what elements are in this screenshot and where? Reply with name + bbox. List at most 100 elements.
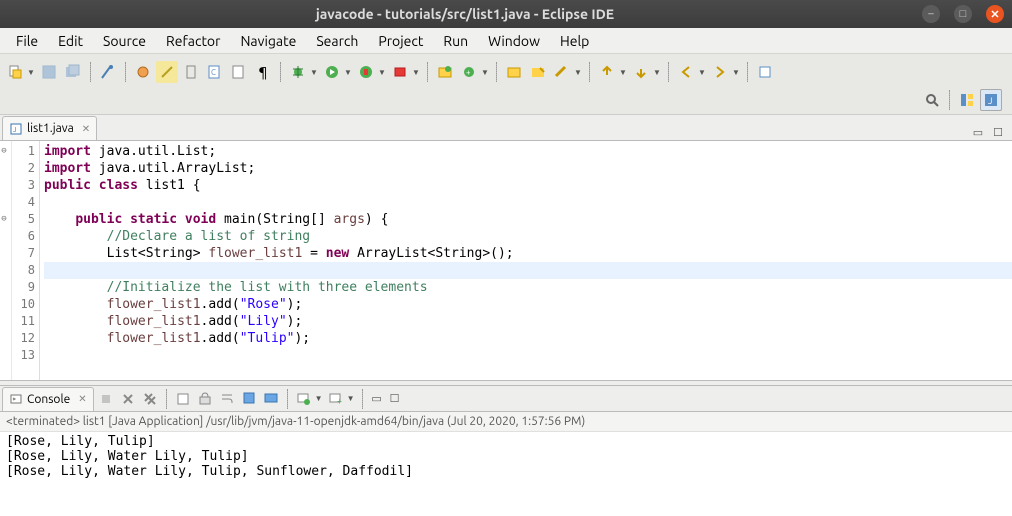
console-view: Console ✕ ▼ + ▼ ▭ ☐ <terminated> list1 [J… xyxy=(0,386,1012,516)
prev-annotation-dropdown[interactable]: ▼ xyxy=(618,61,628,83)
menu-navigate[interactable]: Navigate xyxy=(230,30,306,52)
toolbar-separator xyxy=(589,62,590,82)
new-java-package-dropdown[interactable]: ▼ xyxy=(480,61,490,83)
new-java-project-button[interactable] xyxy=(434,61,456,83)
java-perspective-button[interactable]: J xyxy=(980,89,1002,111)
menu-refactor[interactable]: Refactor xyxy=(156,30,230,52)
svg-text:J: J xyxy=(13,126,16,134)
show-whitespace-button[interactable]: ¶ xyxy=(252,61,274,83)
back-button[interactable] xyxy=(675,61,697,83)
new-console-dropdown[interactable]: ▼ xyxy=(346,388,356,410)
new-dropdown[interactable]: ▼ xyxy=(26,61,36,83)
new-console-button[interactable]: + xyxy=(326,389,346,409)
open-console-dropdown[interactable]: ▼ xyxy=(314,388,324,410)
svg-text:C: C xyxy=(211,68,216,77)
svg-text:+: + xyxy=(337,396,342,406)
pin-console-button[interactable] xyxy=(239,389,259,409)
window-title: javacode - tutorials/src/list1.java - Ec… xyxy=(8,6,922,22)
maximize-view-icon[interactable]: ☐ xyxy=(990,124,1006,140)
toolbar-separator xyxy=(427,62,428,82)
search-button[interactable] xyxy=(551,61,573,83)
toggle-button[interactable] xyxy=(180,61,202,83)
console-output[interactable]: [Rose, Lily, Tulip] [Rose, Lily, Water L… xyxy=(0,432,1012,516)
search-dropdown[interactable]: ▼ xyxy=(573,61,583,83)
java-file-icon: J xyxy=(9,122,23,136)
menu-run[interactable]: Run xyxy=(433,30,478,52)
toolbar-separator xyxy=(949,90,950,110)
run-last-dropdown[interactable]: ▼ xyxy=(411,61,421,83)
maximize-console-icon[interactable]: ☐ xyxy=(387,391,403,407)
editor-tabstrip: J list1.java ✕ ▭ ☐ xyxy=(0,115,1012,141)
toolbar-separator xyxy=(668,62,669,82)
skip-breakpoints-button[interactable] xyxy=(156,61,178,83)
close-tab-icon[interactable]: ✕ xyxy=(82,123,90,135)
coverage-dropdown[interactable]: ▼ xyxy=(377,61,387,83)
menu-project[interactable]: Project xyxy=(368,30,433,52)
run-last-button[interactable] xyxy=(389,61,411,83)
next-annotation-button[interactable] xyxy=(630,61,652,83)
minimize-button[interactable]: – xyxy=(922,5,940,23)
open-type-button[interactable] xyxy=(503,61,525,83)
menu-edit[interactable]: Edit xyxy=(48,30,93,52)
editor-tab-label: list1.java xyxy=(27,122,74,135)
console-icon xyxy=(9,392,23,406)
console-status: <terminated> list1 [Java Application] /u… xyxy=(0,412,1012,432)
debug-dropdown[interactable]: ▼ xyxy=(309,61,319,83)
link-editor-button[interactable] xyxy=(97,61,119,83)
prev-annotation-button[interactable] xyxy=(596,61,618,83)
terminate-button[interactable] xyxy=(96,389,116,409)
console-tab[interactable]: Console ✕ xyxy=(2,387,94,411)
back-dropdown[interactable]: ▼ xyxy=(697,61,707,83)
menu-help[interactable]: Help xyxy=(550,30,599,52)
coverage-button[interactable] xyxy=(355,61,377,83)
open-console-button[interactable] xyxy=(294,389,314,409)
title-bar: javacode - tutorials/src/list1.java - Ec… xyxy=(0,0,1012,28)
forward-dropdown[interactable]: ▼ xyxy=(731,61,741,83)
new-java-package-button[interactable]: + xyxy=(458,61,480,83)
display-selected-button[interactable] xyxy=(261,389,281,409)
remove-all-launches-button[interactable] xyxy=(140,389,160,409)
toolbar-separator xyxy=(280,62,281,82)
debug-button[interactable] xyxy=(287,61,309,83)
open-task-button[interactable] xyxy=(527,61,549,83)
pin-editor-button[interactable] xyxy=(754,61,776,83)
menu-file[interactable]: File xyxy=(6,30,48,52)
run-button[interactable] xyxy=(321,61,343,83)
forward-button[interactable] xyxy=(709,61,731,83)
scroll-lock-button[interactable] xyxy=(195,389,215,409)
close-button[interactable]: ✕ xyxy=(986,5,1004,23)
toolbar-separator xyxy=(496,62,497,82)
code-editor[interactable]: ⊖⊖ 12345678910111213 import java.util.Li… xyxy=(0,141,1012,380)
maximize-button[interactable]: □ xyxy=(954,5,972,23)
word-wrap-button[interactable] xyxy=(217,389,237,409)
run-dropdown[interactable]: ▼ xyxy=(343,61,353,83)
save-all-button[interactable] xyxy=(62,61,84,83)
menu-window[interactable]: Window xyxy=(478,30,550,52)
menu-bar: File Edit Source Refactor Navigate Searc… xyxy=(0,28,1012,54)
svg-text:J: J xyxy=(988,96,992,106)
console-tab-label: Console xyxy=(27,393,70,406)
editor-area: J list1.java ✕ ▭ ☐ ⊖⊖ 12345678910111213 … xyxy=(0,115,1012,380)
menu-search[interactable]: Search xyxy=(306,30,368,52)
open-perspective-button[interactable] xyxy=(956,89,978,111)
new-class-button[interactable]: C xyxy=(204,61,226,83)
toolbar-separator xyxy=(747,62,748,82)
svg-text:+: + xyxy=(466,68,471,77)
close-console-icon[interactable]: ✕ xyxy=(78,393,86,405)
minimize-console-icon[interactable]: ▭ xyxy=(369,391,385,407)
quick-access-button[interactable] xyxy=(921,89,943,111)
debug-toggle-button[interactable] xyxy=(132,61,154,83)
new-button[interactable] xyxy=(4,61,26,83)
menu-source[interactable]: Source xyxy=(93,30,156,52)
toolbar-separator xyxy=(90,62,91,82)
editor-tab-list1[interactable]: J list1.java ✕ xyxy=(2,116,97,140)
save-button[interactable] xyxy=(38,61,60,83)
clear-console-button[interactable] xyxy=(173,389,193,409)
toolbar-separator xyxy=(125,62,126,82)
next-annotation-dropdown[interactable]: ▼ xyxy=(652,61,662,83)
toolbar-separator xyxy=(166,389,167,409)
toolbar-separator xyxy=(287,389,288,409)
remove-launch-button[interactable] xyxy=(118,389,138,409)
minimize-view-icon[interactable]: ▭ xyxy=(970,124,986,140)
new-package-button[interactable] xyxy=(228,61,250,83)
